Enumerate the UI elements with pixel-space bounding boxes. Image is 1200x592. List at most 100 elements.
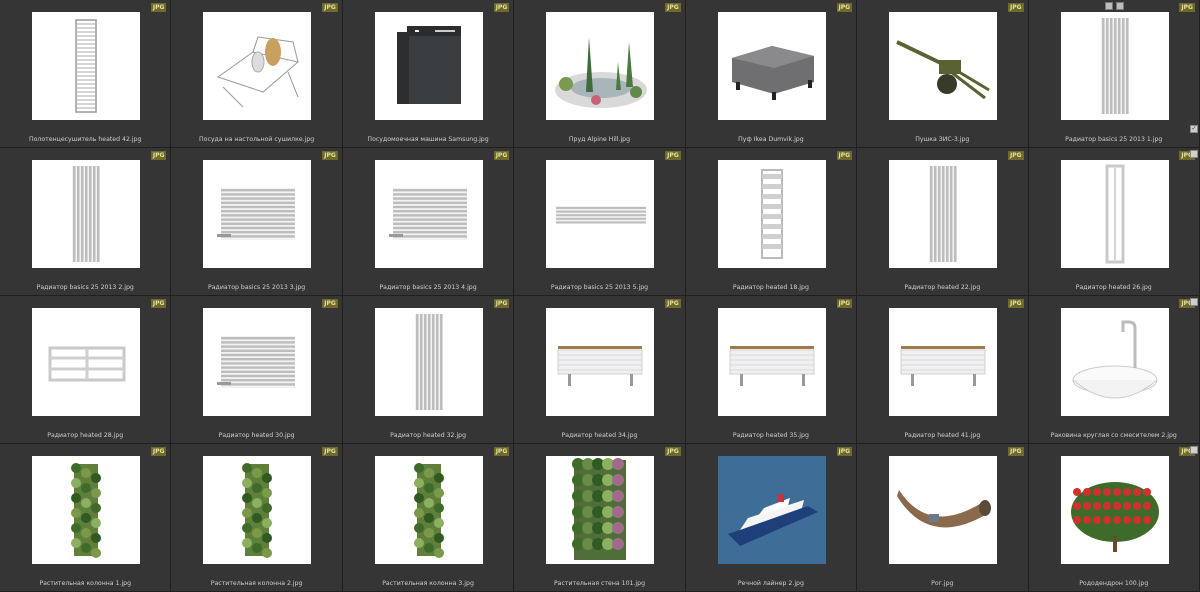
file-type-badge: JPG bbox=[665, 3, 681, 12]
rhododendron-icon[interactable] bbox=[1060, 456, 1169, 564]
file-name-label: Раковина круглая со смесителем 2.jpg bbox=[1050, 432, 1177, 439]
radiator-bench-icon[interactable] bbox=[717, 308, 826, 416]
dish-rack-icon[interactable] bbox=[203, 12, 312, 120]
file-name-label: Пушка ЗИС-3.jpg bbox=[915, 136, 970, 143]
radiator-horizontal-icon[interactable] bbox=[203, 308, 312, 416]
thumbnail-item[interactable]: JPG Рог.jpg bbox=[857, 444, 1029, 592]
thumbnail-item[interactable]: JPG Радиатор heated 30.jpg bbox=[171, 296, 343, 444]
file-type-badge: JPG bbox=[665, 151, 681, 160]
file-type-badge: JPG bbox=[1007, 299, 1024, 308]
thumbnail-item[interactable]: JPG Растительная колонна 2.jpg bbox=[171, 444, 343, 592]
radiator-vertical-icon[interactable] bbox=[32, 160, 140, 268]
pouf-icon[interactable] bbox=[717, 12, 826, 120]
file-type-badge: JPG bbox=[493, 447, 510, 456]
file-name-label: Растительная стена 101.jpg bbox=[553, 580, 645, 587]
file-name-label: Радиатор basics 25 2013 2.jpg bbox=[36, 284, 134, 291]
file-name-label: Радиатор heated 41.jpg bbox=[904, 432, 981, 439]
thumbnail-item[interactable]: JPG Пуф Ikea Dumvik.jpg bbox=[685, 0, 858, 148]
radiator-vertical-icon[interactable] bbox=[889, 160, 998, 268]
radiator-frame-icon[interactable] bbox=[1060, 160, 1169, 268]
thumbnail-item[interactable]: JPG Радиатор heated 28.jpg bbox=[0, 296, 172, 444]
scroll-checkbox[interactable] bbox=[1190, 150, 1198, 158]
radiator-bench-icon[interactable] bbox=[889, 308, 998, 416]
scroll-checkbox[interactable] bbox=[1190, 446, 1198, 454]
ship-icon[interactable] bbox=[717, 456, 826, 564]
file-name-label: Речной лайнер 2.jpg bbox=[737, 580, 804, 587]
thumbnail-item[interactable]: JPG Радиатор heated 34.jpg bbox=[514, 296, 686, 444]
file-type-badge: JPG bbox=[493, 3, 510, 12]
radiator-horizontal-icon[interactable] bbox=[374, 160, 483, 268]
file-name-label: Пруд Alpine Hill.jpg bbox=[568, 136, 631, 143]
toolbar-corner bbox=[1105, 2, 1124, 10]
file-name-label: Рододендрон 100.jpg bbox=[1079, 580, 1149, 587]
radiator-horizontal-icon[interactable] bbox=[203, 160, 312, 268]
thumbnail-item[interactable]: JPG Радиатор basics 25 2013 2.jpg bbox=[0, 148, 172, 296]
horn-icon[interactable] bbox=[889, 456, 998, 564]
thumbnail-item[interactable]: JPG Радиатор heated 32.jpg bbox=[342, 296, 515, 444]
thumbnail-item[interactable]: JPG Радиатор basics 25 2013 3.jpg bbox=[171, 148, 343, 296]
file-type-badge: JPG bbox=[836, 3, 853, 12]
file-type-badge: JPG bbox=[150, 151, 167, 160]
file-name-label: Радиатор heated 34.jpg bbox=[561, 432, 638, 439]
file-name-label: Растительная колонна 1.jpg bbox=[39, 580, 132, 587]
thumbnail-item[interactable]: JPG Посудомоечная машина Samsung.jpg bbox=[342, 0, 515, 148]
ladder-radiator-icon[interactable] bbox=[717, 160, 826, 268]
thumbnail-item[interactable]: JPG Раковина круглая со смесителем 2.jpg bbox=[1028, 296, 1200, 444]
file-type-badge: JPG bbox=[322, 151, 338, 160]
thumbnail-item[interactable]: JPG Пруд Alpine Hill.jpg bbox=[514, 0, 686, 148]
thumbnail-item[interactable]: JPG Растительная стена 101.jpg bbox=[514, 444, 686, 592]
thumbnail-item[interactable]: JPG Посуда на настольной сушилке.jpg bbox=[171, 0, 343, 148]
file-type-badge: JPG bbox=[322, 447, 338, 456]
scroll-checkbox[interactable]: ✓ bbox=[1190, 125, 1198, 133]
thumbnail-item[interactable]: JPG Растительная колонна 3.jpg bbox=[342, 444, 515, 592]
file-type-badge: JPG bbox=[150, 3, 167, 12]
plant-column-icon[interactable] bbox=[32, 456, 140, 564]
file-type-badge: JPG bbox=[150, 447, 167, 456]
plant-wall-icon[interactable] bbox=[546, 456, 655, 564]
scroll-checkbox[interactable] bbox=[1190, 298, 1198, 306]
file-type-badge: JPG bbox=[493, 151, 510, 160]
thumbnail-item[interactable]: JPG Растительная колонна 1.jpg bbox=[0, 444, 172, 592]
radiator-low-icon[interactable] bbox=[546, 160, 655, 268]
file-name-label: Полотенцесушитель heated 42.jpg bbox=[28, 136, 142, 143]
file-type-badge: JPG bbox=[1007, 3, 1024, 12]
thumbnail-item[interactable]: JPG Радиатор basics 25 2013 1.jpg bbox=[1028, 0, 1200, 148]
thumbnail-item[interactable]: JPG Речной лайнер 2.jpg bbox=[685, 444, 858, 592]
cannon-icon[interactable] bbox=[889, 12, 998, 120]
file-type-badge: JPG bbox=[836, 447, 853, 456]
file-name-label: Посуда на настольной сушилке.jpg bbox=[199, 136, 315, 143]
plant-column-icon[interactable] bbox=[203, 456, 312, 564]
thumbnail-item[interactable]: JPG Радиатор basics 25 2013 4.jpg bbox=[342, 148, 515, 296]
towel-rail-icon[interactable] bbox=[32, 12, 140, 120]
file-name-label: Радиатор basics 25 2013 4.jpg bbox=[379, 284, 477, 291]
file-type-badge: JPG bbox=[1007, 151, 1024, 160]
radiator-vertical-icon[interactable] bbox=[1060, 12, 1169, 120]
thumbnail-item[interactable]: JPG Радиатор heated 18.jpg bbox=[685, 148, 858, 296]
thumbnail-grid: JPG Полотенцесушитель heated 42.jpg JPG Пос… bbox=[0, 0, 1200, 592]
thumbnail-item[interactable]: JPG Пушка ЗИС-3.jpg bbox=[857, 0, 1029, 148]
thumbnail-item[interactable]: JPG Рододендрон 100.jpg bbox=[1028, 444, 1200, 592]
thumbnail-item[interactable]: JPG Радиатор heated 41.jpg bbox=[857, 296, 1029, 444]
file-type-badge: JPG bbox=[322, 299, 338, 308]
thumbnail-item[interactable]: JPG Радиатор heated 35.jpg bbox=[685, 296, 858, 444]
thumbnail-item[interactable]: JPG Радиатор basics 25 2013 5.jpg bbox=[514, 148, 686, 296]
file-name-label: Рог.jpg bbox=[931, 580, 954, 587]
pond-icon[interactable] bbox=[546, 12, 655, 120]
radiator-bench-icon[interactable] bbox=[546, 308, 655, 416]
file-type-badge: JPG bbox=[836, 299, 853, 308]
thumbnail-item[interactable]: JPG Радиатор heated 22.jpg bbox=[857, 148, 1029, 296]
file-type-badge: JPG bbox=[150, 299, 167, 308]
file-name-label: Растительная колонна 2.jpg bbox=[210, 580, 303, 587]
file-name-label: Радиатор basics 25 2013 5.jpg bbox=[550, 284, 649, 291]
file-name-label: Радиатор heated 35.jpg bbox=[732, 432, 809, 439]
select-toggle-icon[interactable] bbox=[1105, 2, 1113, 10]
file-name-label: Радиатор heated 22.jpg bbox=[904, 284, 981, 291]
plant-column-icon[interactable] bbox=[374, 456, 483, 564]
dishwasher-icon[interactable] bbox=[374, 12, 483, 120]
radiator-panel-icon[interactable] bbox=[32, 308, 140, 416]
edit-pencil-icon[interactable] bbox=[1116, 2, 1124, 10]
radiator-vertical-icon[interactable] bbox=[374, 308, 483, 416]
thumbnail-item[interactable]: JPG Радиатор heated 26.jpg bbox=[1028, 148, 1200, 296]
thumbnail-item[interactable]: JPG Полотенцесушитель heated 42.jpg bbox=[0, 0, 172, 148]
sink-icon[interactable] bbox=[1060, 308, 1169, 416]
